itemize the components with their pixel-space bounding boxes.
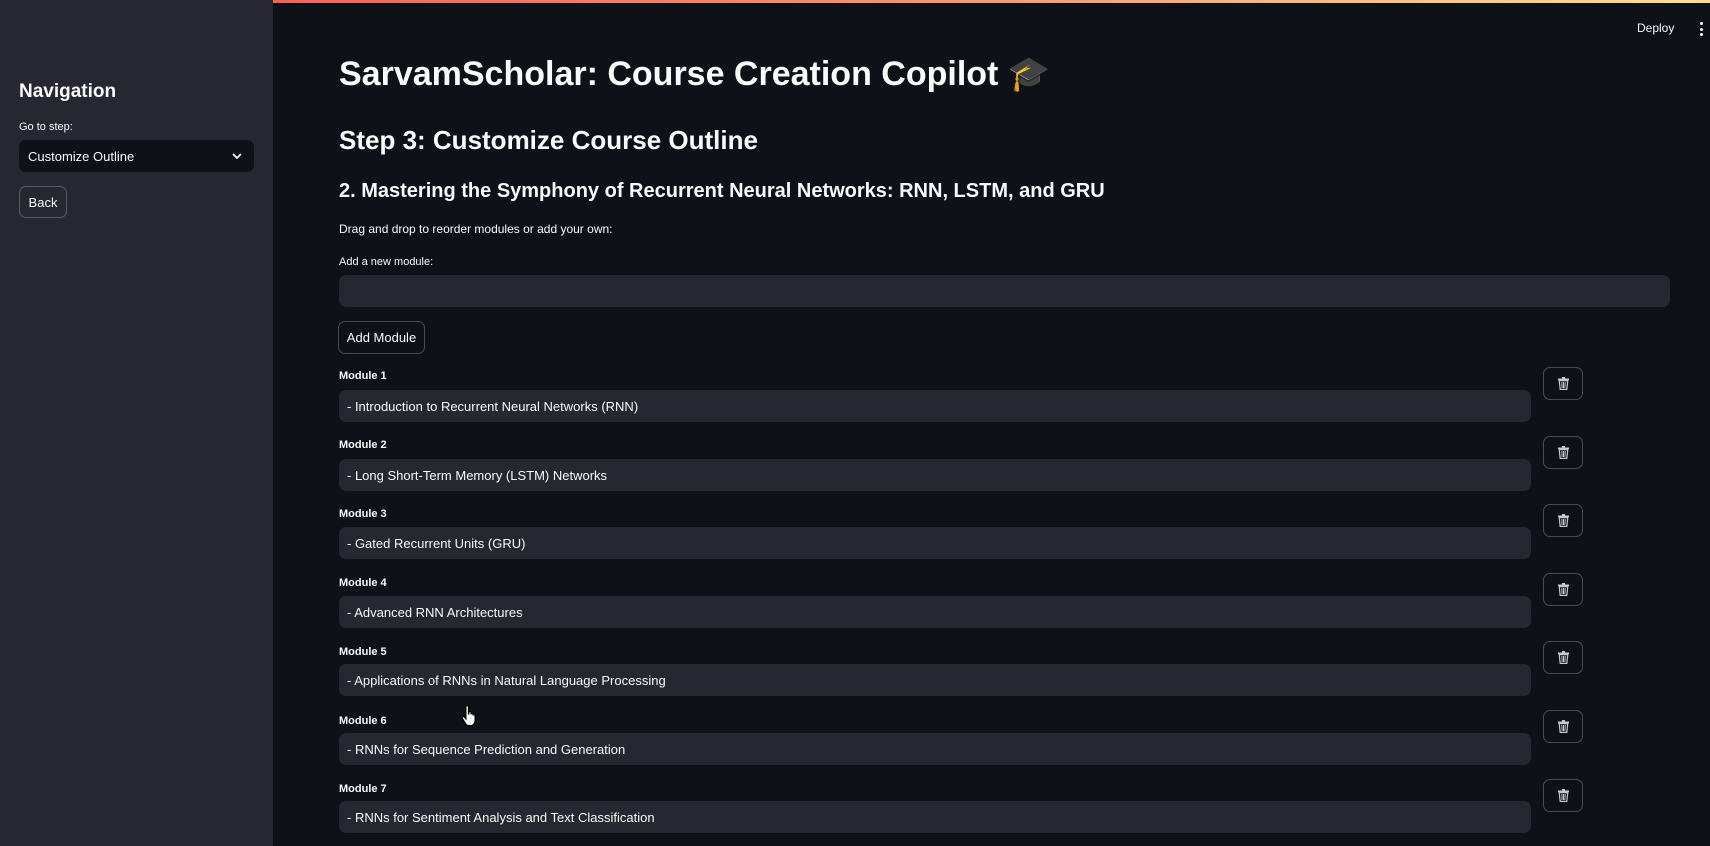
module-input[interactable]: - RNNs for Sequence Prediction and Gener… — [339, 733, 1531, 765]
page-title: SarvamScholar: Course Creation Copilot 🎓 — [339, 54, 1050, 94]
module-label: Module 6 — [339, 715, 387, 727]
module-label: Module 5 — [339, 646, 387, 658]
delete-module-button[interactable] — [1543, 710, 1583, 743]
module-label: Module 1 — [339, 370, 387, 382]
trash-icon — [1557, 789, 1569, 802]
trash-icon — [1557, 583, 1569, 596]
trash-icon — [1557, 651, 1569, 664]
trash-icon — [1557, 514, 1569, 527]
add-module-button[interactable]: Add Module — [338, 321, 425, 354]
module-input[interactable]: - Introduction to Recurrent Neural Netwo… — [339, 390, 1531, 422]
more-menu-icon[interactable] — [1699, 22, 1703, 36]
module-input[interactable]: - Gated Recurrent Units (GRU) — [339, 527, 1531, 559]
delete-module-button[interactable] — [1543, 779, 1583, 812]
add-module-label: Add a new module: — [339, 256, 434, 268]
add-module-input[interactable] — [339, 275, 1670, 307]
sidebar-heading: Navigation — [19, 81, 117, 102]
delete-module-button[interactable] — [1543, 573, 1583, 606]
delete-module-button[interactable] — [1543, 436, 1583, 469]
module-input[interactable]: - Advanced RNN Architectures — [339, 596, 1531, 628]
instructions-text: Drag and drop to reorder modules or add … — [339, 222, 613, 236]
trash-icon — [1557, 446, 1569, 459]
course-title: 2. Mastering the Symphony of Recurrent N… — [339, 180, 1105, 202]
step-select[interactable]: Customize Outline — [19, 140, 254, 172]
module-label: Module 4 — [339, 577, 387, 589]
module-input[interactable]: - Long Short-Term Memory (LSTM) Networks — [339, 459, 1531, 491]
module-label: Module 2 — [339, 439, 387, 451]
chevron-down-icon — [232, 153, 242, 159]
back-button[interactable]: Back — [19, 186, 67, 218]
step-title: Step 3: Customize Course Outline — [339, 125, 758, 155]
sidebar: Navigation Go to step: Customize Outline… — [0, 0, 273, 846]
page-title-text: SarvamScholar: Course Creation Copilot — [339, 55, 999, 93]
graduation-cap-icon: 🎓 — [1007, 55, 1051, 93]
trash-icon — [1557, 720, 1569, 733]
module-input[interactable]: - Applications of RNNs in Natural Langua… — [339, 664, 1531, 696]
module-label: Module 3 — [339, 508, 387, 520]
module-label: Module 7 — [339, 783, 387, 795]
module-input[interactable]: - RNNs for Sentiment Analysis and Text C… — [339, 801, 1531, 833]
delete-module-button[interactable] — [1543, 641, 1583, 674]
step-select-label: Go to step: — [19, 121, 73, 133]
delete-module-button[interactable] — [1543, 504, 1583, 537]
hand-cursor-icon — [461, 705, 476, 726]
delete-module-button[interactable] — [1543, 367, 1583, 400]
step-select-value: Customize Outline — [28, 148, 135, 164]
deploy-button[interactable]: Deploy — [1637, 21, 1674, 35]
trash-icon — [1557, 377, 1569, 390]
